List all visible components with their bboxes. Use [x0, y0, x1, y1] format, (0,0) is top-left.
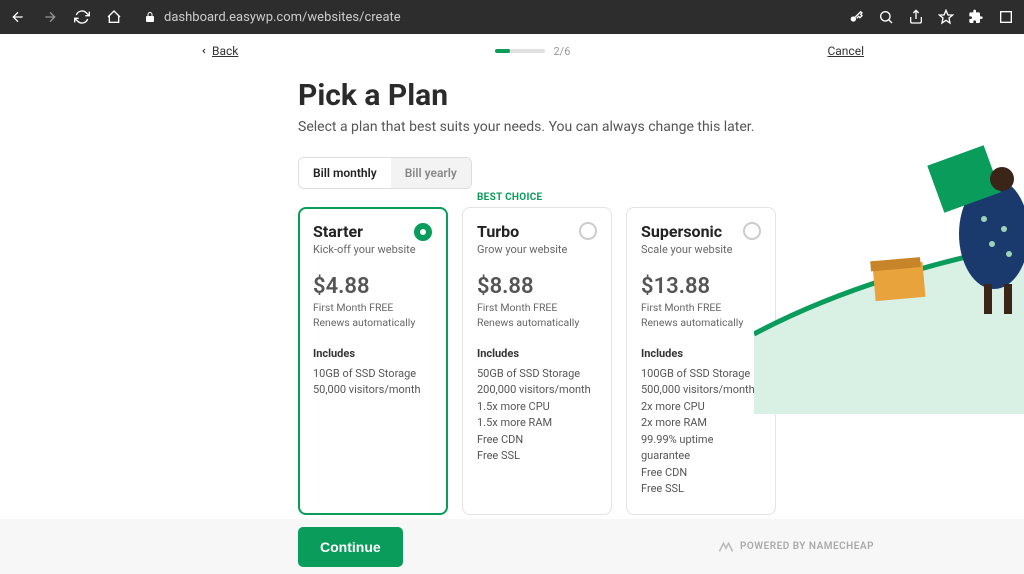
plan-feature: Free SSL	[641, 481, 761, 498]
includes-title: Includes	[641, 347, 761, 360]
plan-feature: 100GB of SSD Storage	[641, 366, 761, 383]
forward-icon[interactable]	[42, 9, 58, 25]
plan-feature: Free CDN	[477, 432, 597, 449]
plan-price: $13.88	[641, 274, 761, 299]
plan-feature: 200,000 visitors/month	[477, 382, 597, 399]
page-subtitle: Select a plan that best suits your needs…	[298, 119, 780, 135]
footer: Continue POWERED BY NAMECHEAP	[0, 519, 1024, 574]
plan-feature: 10GB of SSD Storage	[313, 366, 433, 383]
plan-feature: 1.5x more CPU	[477, 399, 597, 416]
plan-price: $8.88	[477, 274, 597, 299]
plan-feature: 50GB of SSD Storage	[477, 366, 597, 383]
zoom-icon[interactable]	[878, 9, 894, 25]
plan-note: First Month FREE	[313, 301, 433, 316]
chevron-left-icon	[200, 47, 208, 55]
powered-text: POWERED BY NAMECHEAP	[740, 541, 874, 552]
plan-feature: 2x more RAM	[641, 415, 761, 432]
plan-renewal: Renews automatically	[477, 316, 597, 329]
plan-price: $4.88	[313, 274, 433, 299]
plan-radio[interactable]	[579, 222, 597, 240]
includes-title: Includes	[477, 347, 597, 360]
back-label: Back	[212, 44, 238, 58]
url-bar[interactable]: dashboard.easywp.com/websites/create	[134, 8, 836, 27]
plan-feature: Free CDN	[641, 465, 761, 482]
share-icon[interactable]	[908, 9, 924, 25]
decorative-illustration	[864, 134, 1024, 334]
plan-feature: Free SSL	[477, 448, 597, 465]
plan-tagline: Scale your website	[641, 243, 761, 256]
billing-toggle: Bill monthly Bill yearly	[298, 157, 472, 189]
plan-tagline: Grow your website	[477, 243, 597, 256]
home-icon[interactable]	[106, 9, 122, 25]
plan-renewal: Renews automatically	[313, 316, 433, 329]
includes-title: Includes	[313, 347, 433, 360]
plan-feature: 50,000 visitors/month	[313, 382, 433, 399]
powered-by: POWERED BY NAMECHEAP	[718, 541, 874, 552]
continue-button[interactable]: Continue	[298, 527, 403, 567]
plan-renewal: Renews automatically	[641, 316, 761, 329]
bill-monthly-tab[interactable]: Bill monthly	[299, 158, 391, 188]
namecheap-logo-icon	[718, 542, 734, 552]
plan-note: First Month FREE	[477, 301, 597, 316]
progress-indicator: 2/6	[495, 45, 570, 58]
plan-radio[interactable]	[414, 223, 432, 241]
best-choice-badge: BEST CHOICE	[477, 192, 542, 203]
includes-list: 50GB of SSD Storage200,000 visitors/mont…	[477, 366, 597, 465]
includes-list: 10GB of SSD Storage50,000 visitors/month	[313, 366, 433, 399]
plan-note: First Month FREE	[641, 301, 761, 316]
includes-list: 100GB of SSD Storage500,000 visitors/mon…	[641, 366, 761, 498]
progress-text: 2/6	[553, 45, 570, 58]
plan-card-turbo[interactable]: BEST CHOICETurboGrow your website$8.88Fi…	[462, 207, 612, 515]
plan-feature: 1.5x more RAM	[477, 415, 597, 432]
plan-card-starter[interactable]: StarterKick-off your website$4.88First M…	[298, 207, 448, 515]
page-title: Pick a Plan	[298, 78, 780, 113]
url-text: dashboard.easywp.com/websites/create	[164, 10, 401, 25]
account-icon[interactable]	[998, 9, 1014, 25]
plan-feature: 2x more CPU	[641, 399, 761, 416]
back-link[interactable]: Back	[200, 44, 238, 58]
reload-icon[interactable]	[74, 9, 90, 25]
lock-icon	[144, 8, 156, 27]
star-icon[interactable]	[938, 9, 954, 25]
cancel-link[interactable]: Cancel	[827, 44, 864, 58]
back-icon[interactable]	[10, 9, 26, 25]
bill-yearly-tab[interactable]: Bill yearly	[391, 158, 471, 188]
plan-feature: 99.99% uptime guarantee	[641, 432, 761, 465]
extensions-icon[interactable]	[968, 9, 984, 25]
browser-toolbar: dashboard.easywp.com/websites/create	[0, 0, 1024, 34]
plan-feature: 500,000 visitors/months	[641, 382, 761, 399]
key-icon[interactable]	[848, 9, 864, 25]
plan-tagline: Kick-off your website	[313, 243, 433, 256]
